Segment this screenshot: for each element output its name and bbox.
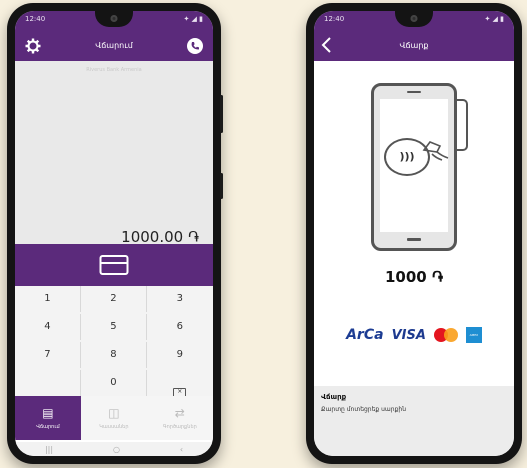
key-9[interactable]: 9 (147, 342, 213, 368)
system-nav-bar: ||| ○ ‹ (15, 442, 213, 456)
status-icons: ✦ ◢ ▮ (183, 15, 203, 23)
tab-transactions-label: Գործարքներ (162, 424, 197, 430)
sheet-title: Վճարք (321, 393, 347, 401)
card-icon (99, 255, 129, 275)
key-4[interactable]: 4 (15, 314, 81, 340)
mastercard-logo (433, 328, 458, 342)
phone-illustration: ))) (371, 83, 457, 251)
recents-button[interactable]: ||| (45, 445, 53, 454)
right-phone: 12:40 ✦ ◢ ▮ Վճարք ))) 1000 ֏ ArCa VISA A… (306, 3, 522, 464)
tab-transactions[interactable]: ⇄ Գործարքներ (147, 396, 213, 440)
status-icons: ✦ ◢ ▮ (484, 15, 504, 23)
tab-payment[interactable]: ▤ Վճարում (15, 396, 81, 440)
tab-cashboxes[interactable]: ◫ Կասսաներ (81, 396, 147, 440)
amount-display: Riverus Bank Armenia 1000.00 ֏ (15, 61, 213, 246)
left-screen: 12:40 ✦ ◢ ▮ Վճարում Riverus Bank Armenia… (15, 11, 213, 456)
status-time: 12:40 (25, 15, 46, 23)
key-7[interactable]: 7 (15, 342, 81, 368)
key-empty (15, 370, 81, 396)
key-backspace[interactable]: × (147, 370, 213, 397)
key-5[interactable]: 5 (81, 314, 147, 340)
left-phone: 12:40 ✦ ◢ ▮ Վճարում Riverus Bank Armenia… (7, 3, 223, 464)
terminal-icon: ▤ (42, 406, 54, 420)
sheet-subtitle: Քարտը մոտեցրեք սարքին (321, 406, 406, 413)
tab-cashboxes-label: Կասսաներ (99, 424, 129, 430)
transfer-icon: ⇄ (174, 406, 185, 420)
payment-amount: 1000 ֏ (385, 268, 443, 286)
key-8[interactable]: 8 (81, 342, 147, 368)
arca-logo: ArCa (346, 327, 384, 343)
tab-bar: ▤ Վճարում ◫ Կասսաներ ⇄ Գործարքներ (15, 396, 213, 440)
page-title: Վճարք (399, 41, 429, 50)
phone-icon[interactable] (187, 38, 203, 54)
visa-logo: VISA (391, 327, 426, 343)
power-button (220, 173, 223, 199)
card-illustration (456, 99, 468, 151)
page-title: Վճարում (95, 41, 133, 50)
wallet-icon: ◫ (108, 406, 120, 420)
back-button[interactable]: ‹ (180, 445, 183, 454)
bottom-sheet: Վճարք Քարտը մոտեցրեք սարքին (314, 386, 514, 456)
volume-button (220, 95, 223, 133)
key-3[interactable]: 3 (147, 286, 213, 312)
card-brands: ArCa VISA AMEX (314, 325, 514, 345)
right-screen: 12:40 ✦ ◢ ▮ Վճարք ))) 1000 ֏ ArCa VISA A… (314, 11, 514, 456)
pay-button[interactable] (15, 244, 213, 286)
status-time: 12:40 (324, 15, 345, 23)
amex-logo: AMEX (465, 327, 482, 343)
payment-content: ))) 1000 ֏ ArCa VISA AMEX (314, 61, 514, 386)
tab-payment-label: Վճարում (36, 424, 60, 430)
key-0[interactable]: 0 (81, 370, 147, 396)
key-6[interactable]: 6 (147, 314, 213, 340)
hand-card-icon (422, 141, 449, 161)
key-2[interactable]: 2 (81, 286, 147, 312)
key-1[interactable]: 1 (15, 286, 81, 312)
watermark: Riverus Bank Armenia (86, 67, 142, 73)
home-button[interactable]: ○ (113, 445, 120, 454)
keypad: 1 2 3 4 5 6 7 8 9 0 × (15, 286, 213, 397)
